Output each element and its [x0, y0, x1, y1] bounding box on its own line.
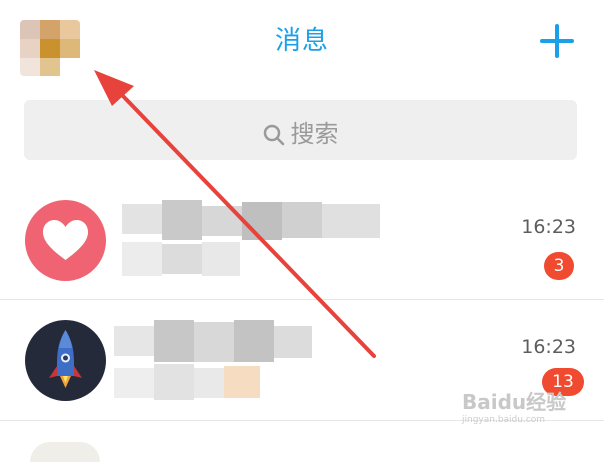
contact-name-redacted — [114, 320, 314, 362]
message-preview-redacted — [122, 242, 242, 276]
unread-badge: 3 — [544, 252, 574, 280]
message-time: 16:23 — [521, 336, 576, 358]
watermark: Baidu经验 jingyan.baidu.com — [462, 386, 582, 436]
message-time: 16:23 — [521, 216, 576, 238]
rocket-icon — [49, 330, 82, 388]
search-icon — [263, 124, 285, 146]
search-field[interactable]: 搜索 — [24, 114, 577, 149]
plus-icon[interactable] — [540, 24, 574, 58]
search-bar[interactable]: 搜索 — [24, 100, 577, 160]
contact-name-redacted — [122, 200, 382, 240]
conversation-avatar — [25, 320, 106, 401]
conversation-avatar — [25, 200, 106, 281]
search-placeholder: 搜索 — [290, 120, 339, 148]
top-bar: 消息 — [0, 0, 604, 80]
watermark-url: jingyan.baidu.com — [462, 415, 546, 425]
conversation-item[interactable]: 16:23 3 — [0, 180, 604, 300]
message-preview-redacted — [114, 364, 264, 400]
conversation-avatar-partial[interactable] — [30, 442, 100, 462]
page-title: 消息 — [274, 26, 329, 56]
watermark-logo: Baidu经验 — [462, 390, 567, 414]
heart-icon — [43, 220, 88, 260]
